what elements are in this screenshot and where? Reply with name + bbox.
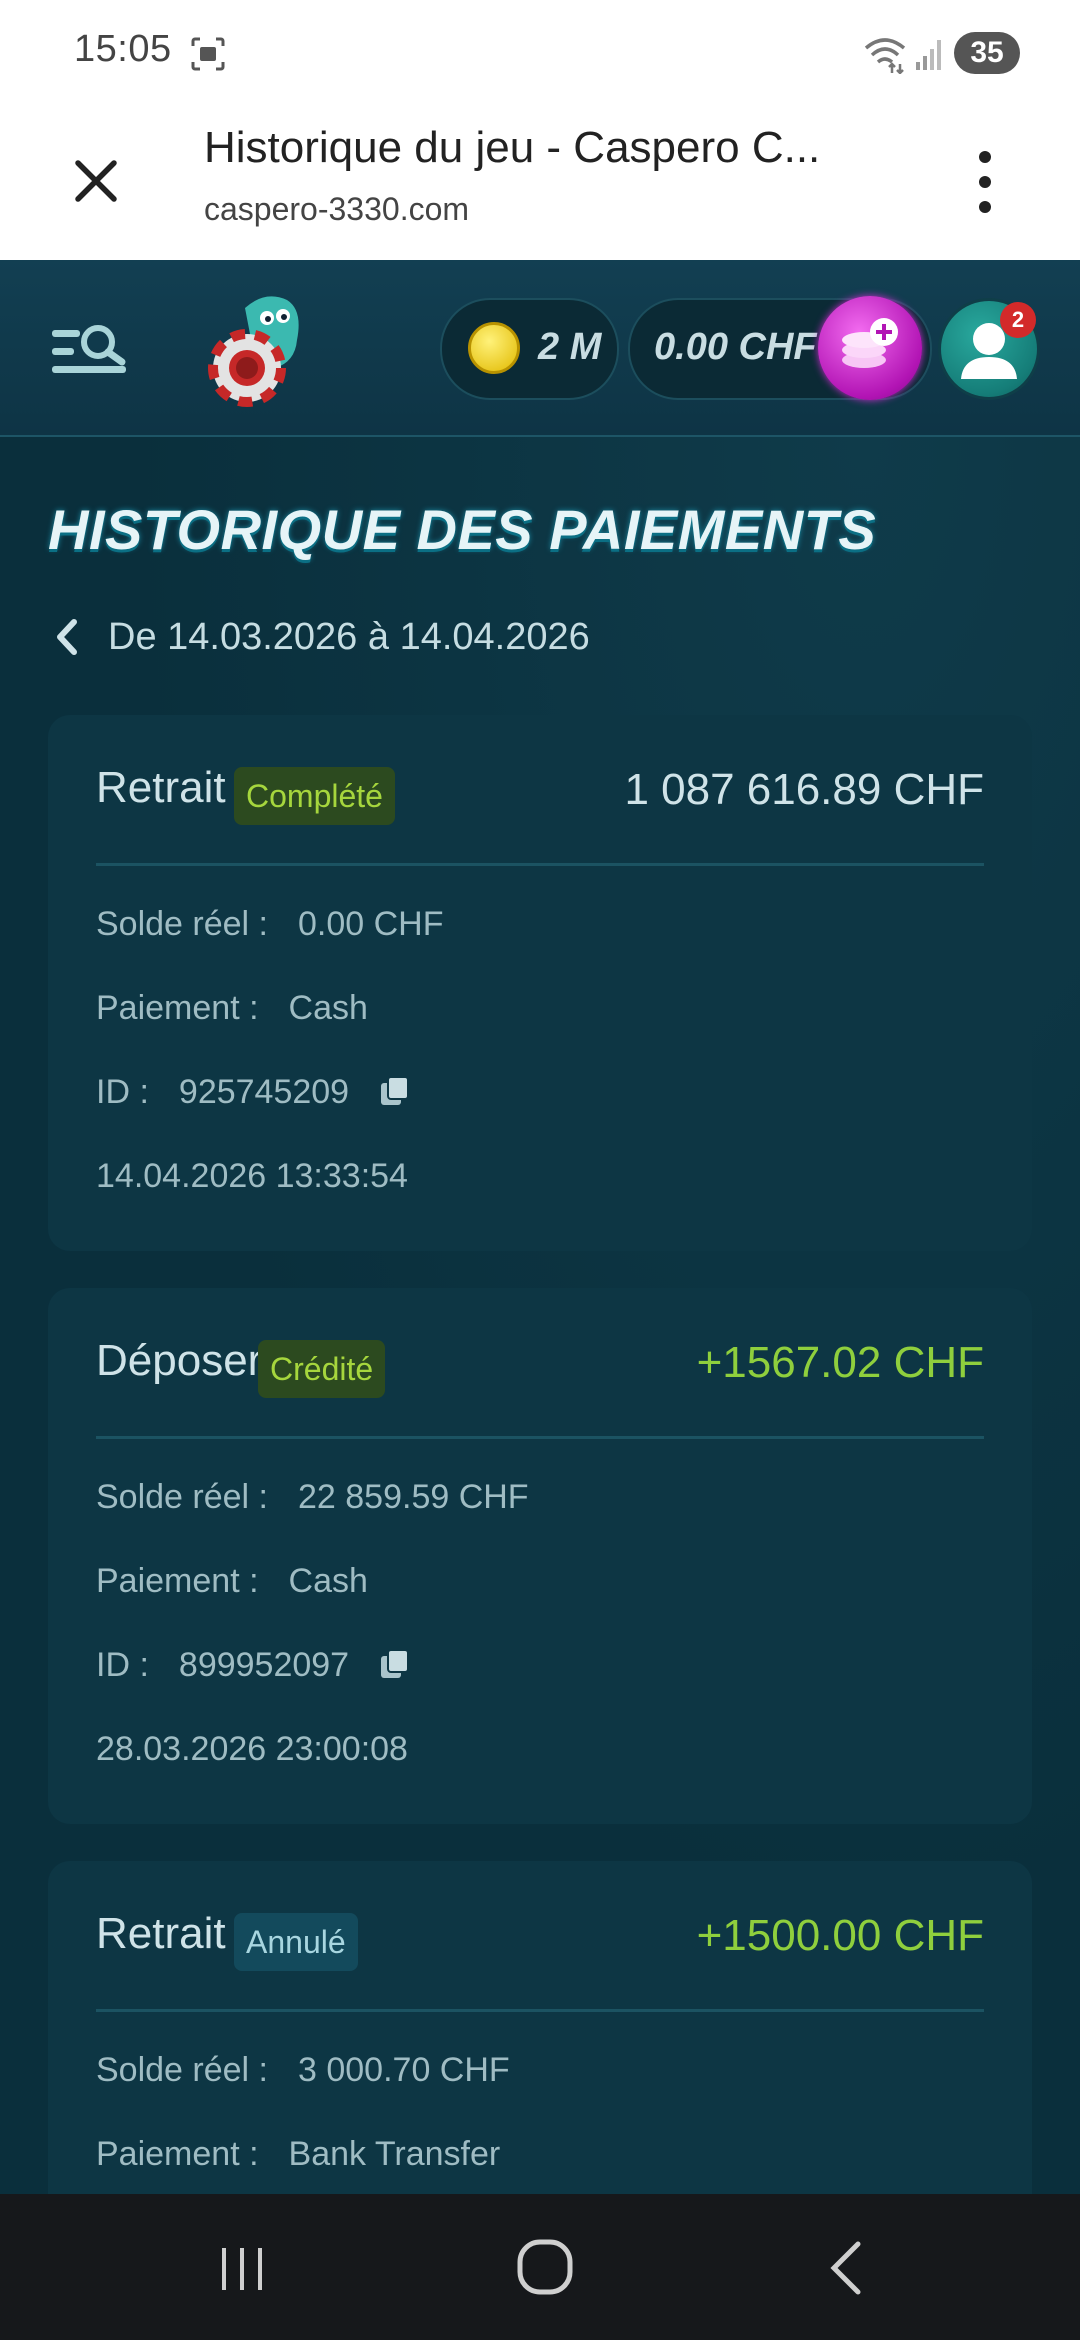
payment-label: Paiement : [96, 1562, 259, 1600]
casino-logo[interactable] [205, 290, 315, 410]
transaction-type: Retrait [96, 1909, 226, 1958]
nav-home-icon[interactable] [516, 2238, 574, 2296]
id-value: 899952097 [178, 1646, 350, 1684]
balance-label: Solde réel : [96, 1478, 268, 1516]
copy-icon[interactable] [379, 1648, 411, 1680]
browser-url[interactable]: caspero-3330.com [204, 191, 469, 228]
balance-row: Solde réel : 22 859.59 CHF [96, 1478, 529, 1517]
menu-search-icon[interactable] [50, 322, 130, 382]
deposit-icon [842, 318, 898, 368]
system-nav-bar [0, 2194, 1080, 2340]
payment-row: Paiement : Cash [96, 1562, 368, 1601]
coins-value: 2 M [538, 326, 602, 368]
copy-icon[interactable] [379, 1075, 411, 1107]
balance-label: Solde réel : [96, 905, 268, 943]
status-time: 15:05 [74, 28, 172, 70]
card-divider [96, 1436, 984, 1439]
balance-value: 0.00 CHF [654, 326, 817, 368]
signal-icon [916, 40, 941, 70]
balance-row: Solde réel : 0.00 CHF [96, 905, 444, 944]
transaction-card[interactable]: Déposer Crédité +1567.02 CHF Solde réel … [48, 1288, 1032, 1824]
app-header: 2 M 0.00 CHF 2 [0, 260, 1080, 437]
id-row: ID : 899952097 [96, 1646, 411, 1685]
card-divider [96, 2009, 984, 2012]
deposit-button[interactable] [818, 296, 922, 400]
nav-back-icon[interactable] [826, 2240, 866, 2296]
payment-value: Bank Transfer [288, 2135, 501, 2173]
balance-label: Solde réel : [96, 2051, 268, 2089]
payment-label: Paiement : [96, 989, 259, 1027]
screenshot-icon [191, 37, 225, 71]
transaction-amount: 1 087 616.89 CHF [624, 765, 984, 814]
notification-badge: 2 [1000, 302, 1036, 338]
transaction-type: Retrait [96, 763, 226, 812]
balance-row: Solde réel : 3 000.70 CHF [96, 2051, 510, 2090]
payment-history-page: HISTORIQUE DES PAIEMENTS De 14.03.2026 à… [0, 437, 1080, 2194]
browser-toolbar: Historique du jeu - Caspero C... caspero… [0, 105, 1080, 263]
more-vert-icon[interactable] [970, 147, 1000, 217]
balance-value: 3 000.70 CHF [298, 2051, 510, 2089]
wifi-icon [864, 38, 906, 74]
datetime-row: 28.03.2026 23:00:08 [96, 1730, 408, 1768]
transaction-amount: +1567.02 CHF [696, 1338, 984, 1387]
id-row: ID : 925745209 [96, 1073, 411, 1112]
balance-value: 22 859.59 CHF [298, 1478, 529, 1516]
page-title: HISTORIQUE DES PAIEMENTS [48, 498, 877, 561]
balance-value: 0.00 CHF [298, 905, 444, 943]
close-icon[interactable] [62, 147, 130, 215]
card-divider [96, 863, 984, 866]
datetime-row: 14.04.2026 13:33:54 [96, 1157, 408, 1195]
id-value: 925745209 [178, 1073, 350, 1111]
transaction-amount: +1500.00 CHF [696, 1911, 984, 1960]
payment-row: Paiement : Bank Transfer [96, 2135, 500, 2174]
nav-recents-icon[interactable] [218, 2244, 268, 2294]
transaction-card[interactable]: Retrait Complété 1 087 616.89 CHF Solde … [48, 715, 1032, 1251]
status-badge: Crédité [258, 1340, 386, 1398]
payment-value: Cash [288, 1562, 368, 1600]
status-badge: Annulé [234, 1913, 358, 1971]
chevron-left-icon[interactable] [54, 618, 80, 656]
battery-indicator: 35 [954, 32, 1020, 74]
transaction-type: Déposer [96, 1336, 263, 1385]
id-label: ID : [96, 1073, 149, 1111]
date-range-label: De 14.03.2026 à 14.04.2026 [108, 616, 590, 658]
coin-icon [468, 322, 520, 374]
payment-label: Paiement : [96, 2135, 259, 2173]
transaction-card[interactable]: Retrait Annulé +1500.00 CHF Solde réel :… [48, 1861, 1032, 2194]
status-bar: 15:05 35 [0, 0, 1080, 105]
coins-display[interactable]: 2 M [440, 298, 619, 400]
payment-row: Paiement : Cash [96, 989, 368, 1028]
payment-value: Cash [288, 989, 368, 1027]
status-badge: Complété [234, 767, 395, 825]
browser-page-title: Historique du jeu - Caspero C... [204, 123, 821, 172]
id-label: ID : [96, 1646, 149, 1684]
